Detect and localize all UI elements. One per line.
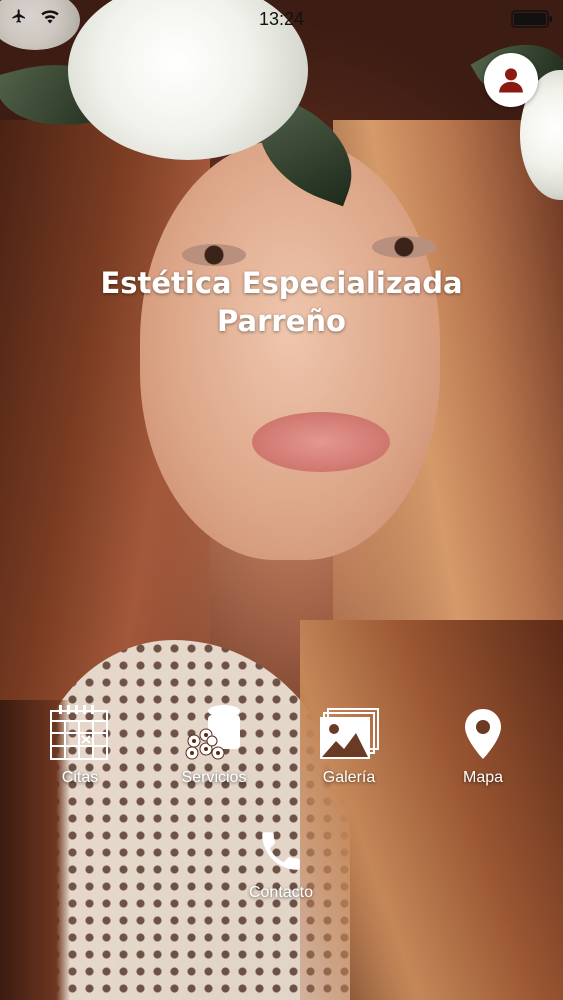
- title-line-2: Parreño: [217, 304, 346, 338]
- menu-item-servicios[interactable]: Servicios: [154, 697, 274, 787]
- background-lips: [252, 412, 390, 472]
- menu-label-galeria: Galería: [322, 769, 376, 786]
- menu-item-galeria[interactable]: Galería: [289, 697, 409, 787]
- menu-label-citas: Citas: [61, 769, 99, 786]
- business-title: Estética Especializada Parreño: [0, 264, 563, 340]
- calendar-icon: [50, 705, 108, 760]
- gallery-icon: [320, 708, 379, 759]
- status-time: 13:24: [258, 9, 305, 29]
- profile-button[interactable]: [484, 53, 538, 107]
- app-screen: 13:24 Estética Especializada Parreño Cit…: [0, 0, 563, 1000]
- menu-item-contacto[interactable]: Contacto: [221, 812, 341, 902]
- menu-label-mapa: Mapa: [462, 769, 504, 786]
- menu-item-mapa[interactable]: Mapa: [423, 697, 543, 787]
- menu-item-citas[interactable]: Citas: [20, 697, 140, 787]
- background-hair-front: [300, 620, 563, 1000]
- background-face: [140, 140, 440, 560]
- battery-icon: [511, 10, 553, 33]
- menu-label-contacto: Contacto: [248, 884, 314, 901]
- flower-jar-icon: [185, 705, 240, 760]
- background-eye-left: [182, 244, 246, 266]
- phone-icon: [262, 832, 300, 870]
- status-bar: 13:24: [0, 0, 563, 36]
- map-pin-icon: [465, 709, 501, 759]
- background-eye-right: [372, 236, 436, 258]
- menu-label-servicios: Servicios: [181, 769, 247, 786]
- title-line-1: Estética Especializada: [100, 266, 463, 300]
- user-icon: [499, 68, 523, 93]
